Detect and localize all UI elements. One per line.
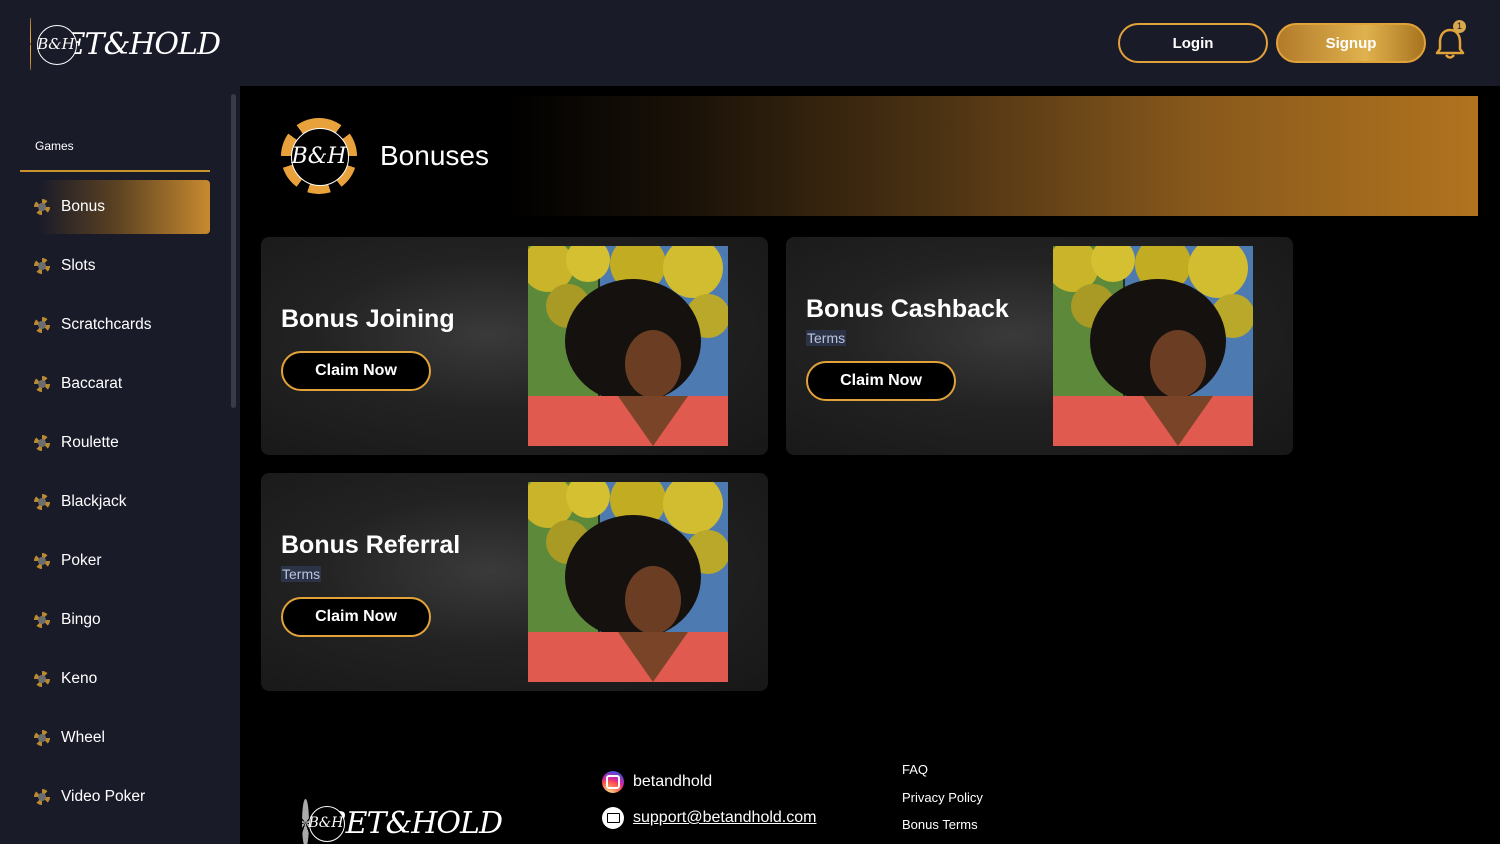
sidebar-item-bingo[interactable]: Bingo (20, 593, 210, 647)
bonus-title: Bonus Cashback (806, 295, 1009, 323)
chip-icon (34, 494, 50, 510)
chip-logo-icon: B&H (281, 118, 357, 194)
bonus-image (528, 246, 728, 446)
sidebar-item-keno[interactable]: Keno (20, 652, 210, 706)
chip-icon (34, 612, 50, 628)
notification-badge: 1 (1453, 20, 1466, 33)
mail-icon (602, 807, 624, 829)
instagram-icon (602, 771, 624, 793)
sidebar-item-roulette[interactable]: Roulette (20, 416, 210, 470)
support-email: support@betandhold.com (633, 809, 817, 826)
chip-icon (34, 730, 50, 746)
bonus-card-joining: Bonus Joining Claim Now (261, 237, 768, 455)
sidebar-item-label: Blackjack (61, 493, 127, 510)
banner-monogram: B&H (291, 143, 347, 169)
instagram-link[interactable]: betandhold (602, 770, 712, 794)
top-header (0, 0, 1500, 86)
bonus-image (528, 482, 728, 682)
bonus-title: Bonus Referral (281, 531, 461, 559)
chip-icon (34, 671, 50, 687)
bonus-title: Bonus Joining (281, 305, 455, 333)
sidebar-section-label: Games (35, 139, 74, 153)
claim-now-button[interactable]: Claim Now (281, 597, 431, 637)
claim-now-button[interactable]: Claim Now (806, 361, 956, 401)
sidebar-item-baccarat[interactable]: Baccarat (20, 357, 210, 411)
sidebar-item-label: Bonus (61, 198, 105, 215)
footer-link-privacy-policy[interactable]: Privacy Policy (902, 790, 983, 805)
chip-icon (34, 317, 50, 333)
footer-monogram: B&H (308, 815, 344, 831)
login-button[interactable]: Login (1118, 23, 1268, 63)
chip-icon (34, 553, 50, 569)
chip-icon (34, 789, 50, 805)
sidebar-item-label: Baccarat (61, 375, 123, 392)
chip-icon (34, 435, 50, 451)
brand-logo[interactable]: B&H BET&HOLD (30, 16, 221, 72)
chip-logo-icon: B&H (30, 18, 75, 70)
bonus-card-cashback: Bonus Cashback Terms Claim Now (786, 237, 1293, 455)
sidebar-item-label: Video Poker (61, 788, 146, 805)
footer-wordmark: BET&HOLD (324, 805, 503, 841)
logo-monogram: B&H (37, 35, 75, 53)
sidebar-item-label: Wheel (61, 729, 105, 746)
terms-link[interactable]: Terms (806, 330, 847, 346)
bonus-image (1053, 246, 1253, 446)
sidebar-item-label: Slots (61, 257, 96, 274)
sidebar-item-poker[interactable]: Poker (20, 534, 210, 588)
sidebar-item-blackjack[interactable]: Blackjack (20, 475, 210, 529)
chip-icon (34, 199, 50, 215)
bonus-card-referral: Bonus Referral Terms Claim Now (261, 473, 768, 691)
sidebar-item-label: Keno (61, 670, 98, 687)
chip-logo-icon: B&H (302, 799, 343, 844)
sidebar-item-video-poker[interactable]: Video Poker (20, 770, 210, 824)
sidebar-item-label: Scratchcards (61, 316, 152, 333)
sidebar-divider (20, 170, 210, 172)
page-title: Bonuses (380, 140, 489, 171)
sidebar-item-label: Bingo (61, 611, 101, 628)
sidebar-item-label: Roulette (61, 434, 119, 451)
sidebar-item-bonus[interactable]: Bonus (20, 180, 210, 234)
signup-button[interactable]: Signup (1276, 23, 1426, 63)
instagram-handle: betandhold (633, 773, 713, 790)
footer-link-faq[interactable]: FAQ (902, 762, 928, 777)
sidebar-item-label: Poker (61, 552, 102, 569)
footer-link-bonus-terms[interactable]: Bonus Terms (902, 817, 978, 832)
sidebar-item-wheel[interactable]: Wheel (20, 711, 210, 765)
sidebar-item-slots[interactable]: Slots (20, 239, 210, 293)
chip-icon (34, 376, 50, 392)
chip-icon (34, 258, 50, 274)
claim-now-button[interactable]: Claim Now (281, 351, 431, 391)
sidebar-item-scratchcards[interactable]: Scratchcards (20, 298, 210, 352)
footer-logo[interactable]: B&H BET&HOLD (302, 798, 503, 844)
email-link[interactable]: support@betandhold.com (602, 806, 816, 830)
sidebar-scrollbar[interactable] (231, 94, 236, 408)
terms-link[interactable]: Terms (281, 566, 322, 582)
